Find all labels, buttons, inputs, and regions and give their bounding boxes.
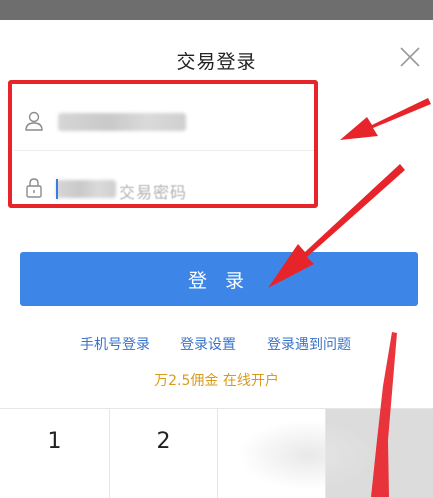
keypad-key-4[interactable]: [326, 409, 433, 498]
account-field[interactable]: [14, 90, 314, 151]
keypad-key-2[interactable]: 2: [110, 409, 218, 498]
password-field[interactable]: 交易密码: [14, 157, 314, 217]
number-keypad: 1 2: [0, 408, 433, 498]
account-value-obscured: [58, 113, 186, 131]
close-button[interactable]: [396, 43, 424, 71]
user-icon: [25, 111, 43, 131]
promo-link[interactable]: 万2.5佣金 在线开户: [0, 370, 433, 390]
password-placeholder: 交易密码: [119, 183, 188, 202]
login-settings-link[interactable]: 登录设置: [180, 334, 236, 354]
login-button[interactable]: 登 录: [20, 252, 418, 306]
text-cursor: [56, 179, 58, 199]
keypad-key-1[interactable]: 1: [0, 409, 110, 498]
close-icon: [400, 47, 420, 67]
dialog-title: 交易登录: [176, 51, 257, 73]
lock-icon: [26, 178, 42, 198]
keypad-key-3[interactable]: [218, 409, 326, 498]
phone-login-link[interactable]: 手机号登录: [80, 334, 150, 354]
status-bar: [0, 0, 433, 20]
password-value-obscured: [56, 180, 116, 198]
login-problem-link[interactable]: 登录遇到问题: [267, 334, 351, 354]
